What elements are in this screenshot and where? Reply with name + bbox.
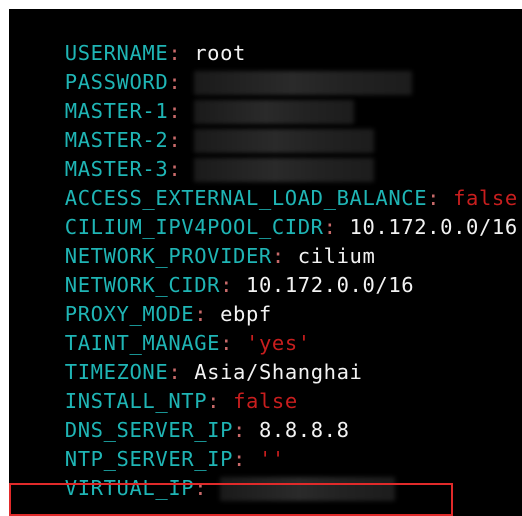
config-line-network-cidr: NETWORK_CIDR: 10.172.0.0/16 <box>13 242 414 297</box>
config-line-virtual-ip: VIRTUAL_IP: <box>13 445 396 501</box>
config-line-cilium-ipv4pool-cidr: CILIUM_IPV4POOL_CIDR: 10.172.0.0/16 <box>13 184 518 239</box>
config-line-password: PASSWORD: <box>13 39 413 95</box>
config-line-install-ntp: INSTALL_NTP: false <box>13 358 298 413</box>
config-line-timezone: TIMEZONE: Asia/Shanghai <box>13 329 362 384</box>
config-line-username: USERNAME: root <box>13 10 246 65</box>
config-line-proxy-mode: PROXY_MODE: ebpf <box>13 271 272 326</box>
config-line-master-2: MASTER-2: <box>13 97 375 153</box>
highlight-box <box>9 483 453 516</box>
config-line-master-1: MASTER-1: <box>13 68 355 124</box>
config-line-dns-server-ip: DNS_SERVER_IP: 8.8.8.8 <box>13 387 350 442</box>
config-line-taint-manage: TAINT_MANAGE: 'yes' <box>13 300 311 355</box>
config-line-ntp-server-ip: NTP_SERVER_IP: '' <box>13 416 285 471</box>
config-line-access-external-load-balance: ACCESS_EXTERNAL_LOAD_BALANCE: false <box>13 155 518 210</box>
config-line-network-provider: NETWORK_PROVIDER: cilium <box>13 213 375 268</box>
terminal-window[interactable]: USERNAME: root PASSWORD: MASTER-1: MASTE… <box>9 9 522 516</box>
config-line-master-3: MASTER-3: <box>13 126 375 182</box>
